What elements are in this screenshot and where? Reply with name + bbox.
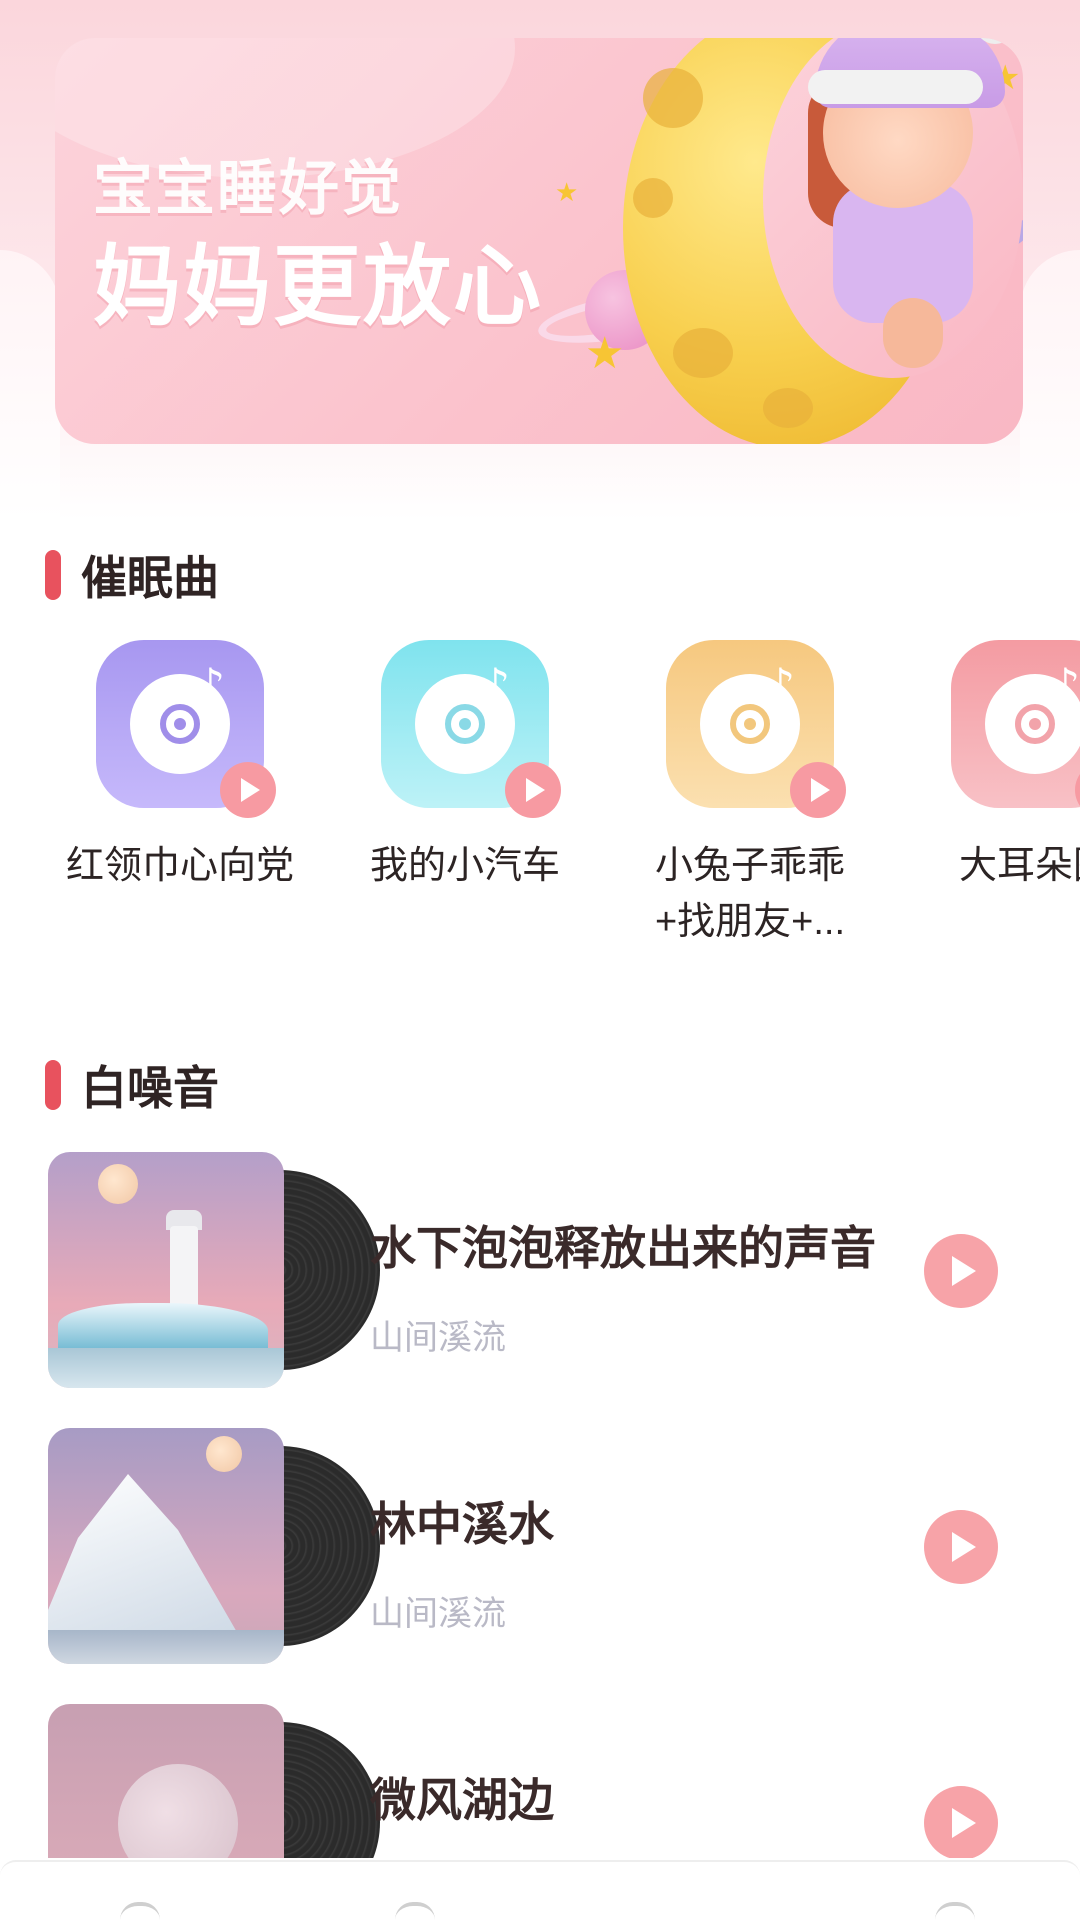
lullaby-title: 小兔子乖乖+找朋友+... [654, 845, 846, 943]
play-icon [952, 1532, 976, 1562]
header-decor-right [1020, 250, 1080, 520]
lullaby-item[interactable]: ♪ 红领巾心向党 [60, 640, 300, 894]
lullaby-carousel[interactable]: ♪ 红领巾心向党 ♪ 我的小汽车 ♪ 小兔子乖乖+找朋友+... ♪ 大耳朵 [0, 640, 1080, 970]
disc-center [1029, 718, 1041, 730]
iceberg-image [48, 1428, 284, 1664]
white-noise-title: 水下泡泡释放出来的声音 [370, 1222, 876, 1274]
star-icon: ★ [555, 178, 579, 208]
header-decor-left [0, 250, 60, 520]
white-noise-title: 微风湖边 [370, 1774, 554, 1826]
music-disc-icon[interactable]: ♪ [381, 640, 561, 818]
play-button[interactable] [790, 762, 846, 818]
music-note-icon: ♪ [196, 658, 226, 712]
disc-center [459, 718, 471, 730]
lullaby-item[interactable]: ♪ 我的小汽车 [345, 640, 585, 894]
section-marker [45, 1060, 61, 1110]
music-disc-icon[interactable]: ♪ [96, 640, 276, 818]
sleeping-girl-moon-illustration [603, 38, 1023, 444]
music-disc-icon[interactable]: ♪ [951, 640, 1080, 818]
promo-banner[interactable]: 宝宝睡好觉 妈妈更放心 ★ ★ ★ [55, 38, 1023, 444]
moon-crater [643, 68, 703, 128]
white-noise-title: 林中溪水 [370, 1498, 554, 1550]
section-marker [45, 550, 61, 600]
moon-crater [763, 388, 813, 428]
play-button[interactable] [924, 1510, 998, 1584]
banner-subheadline: 宝宝睡好觉 [93, 154, 403, 224]
play-icon [952, 1808, 976, 1838]
moon-crater [633, 178, 673, 218]
lullaby-section-title: 催眠曲 [81, 551, 219, 605]
music-note-icon: ♪ [1051, 658, 1080, 712]
white-noise-item[interactable]: 林中溪水 山间溪流 [0, 1428, 1080, 1668]
music-note-icon: ♪ [481, 658, 511, 712]
girl-nightcap-band [808, 70, 983, 104]
moon-crater [673, 328, 733, 378]
disc-center [174, 718, 186, 730]
play-button[interactable] [505, 762, 561, 818]
lullaby-title: 大耳朵图 [958, 845, 1080, 887]
lullaby-item[interactable]: ♪ 小兔子乖乖+找朋友+... [630, 640, 870, 950]
music-disc-icon[interactable]: ♪ [666, 640, 846, 818]
play-button[interactable] [924, 1786, 998, 1860]
girl-leg [883, 298, 943, 368]
play-icon [952, 1256, 976, 1286]
lullaby-title: 我的小汽车 [369, 845, 560, 887]
white-noise-item[interactable]: 水下泡泡释放出来的声音 山间溪流 [0, 1152, 1080, 1392]
bottom-navigation-bar-frame [0, 1860, 1080, 1920]
play-button[interactable] [220, 762, 276, 818]
lullaby-item[interactable]: ♪ 大耳朵图 [915, 640, 1080, 894]
lighthouse-image [48, 1152, 284, 1388]
album-cover[interactable] [48, 1152, 380, 1388]
lullaby-title: 红领巾心向党 [65, 845, 294, 887]
play-button[interactable] [924, 1234, 998, 1308]
album-cover[interactable] [48, 1428, 380, 1664]
play-icon [241, 778, 260, 802]
play-icon [526, 778, 545, 802]
lullaby-section-heading: 催眠曲 [45, 542, 219, 608]
white-noise-section-title: 白噪音 [81, 1061, 219, 1115]
white-noise-section-heading: 白噪音 [45, 1052, 219, 1118]
play-icon [811, 778, 830, 802]
white-noise-subtitle: 山间溪流 [370, 1318, 506, 1358]
white-noise-subtitle: 山间溪流 [370, 1594, 506, 1634]
play-button[interactable] [1075, 762, 1080, 818]
banner-headline: 妈妈更放心 [93, 235, 544, 338]
disc-center [744, 718, 756, 730]
music-note-icon: ♪ [766, 658, 796, 712]
